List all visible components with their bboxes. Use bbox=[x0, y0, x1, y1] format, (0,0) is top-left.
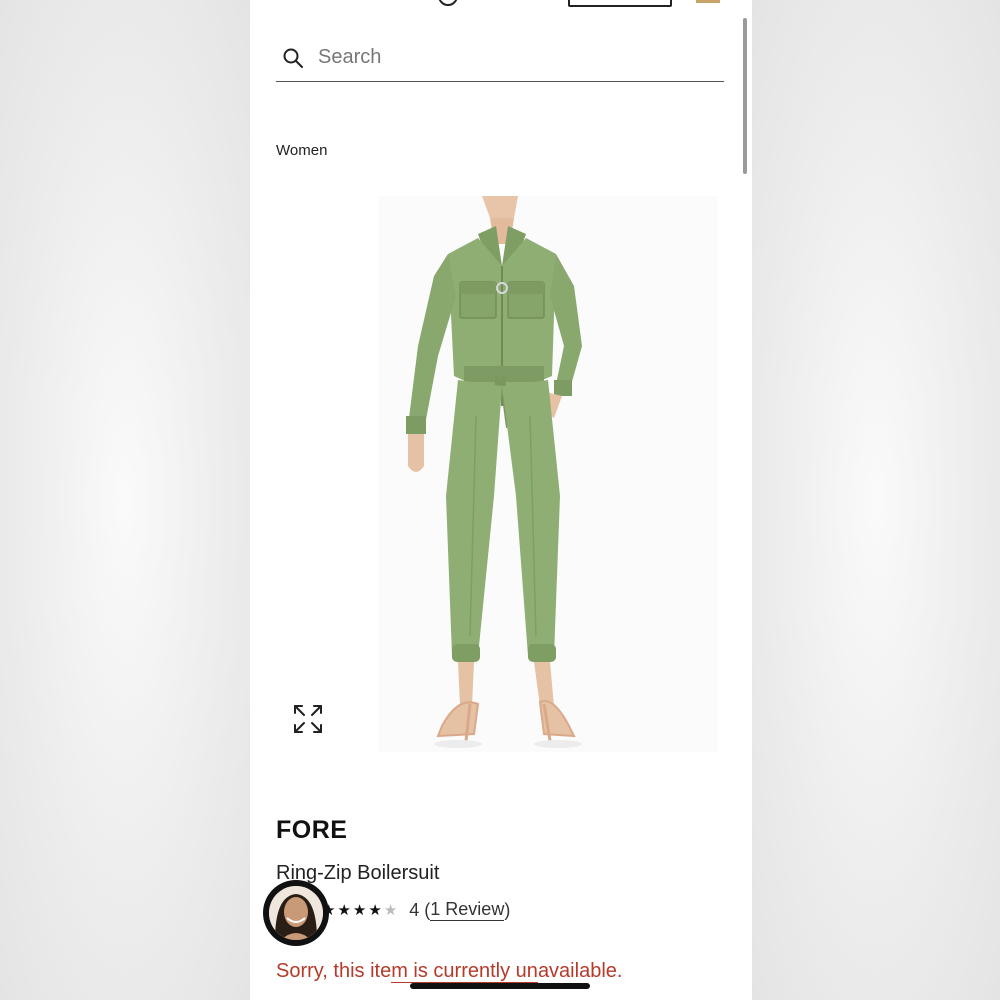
breadcrumb-women[interactable]: Women bbox=[276, 142, 327, 159]
background-right bbox=[752, 0, 1000, 1000]
expand-icon[interactable] bbox=[292, 703, 324, 735]
availability-text-underlined: m is currently un bbox=[391, 960, 538, 983]
product-brand[interactable]: FORE bbox=[276, 816, 347, 845]
avatar[interactable] bbox=[263, 880, 329, 946]
availability-message: Sorry, this item is currently unavailabl… bbox=[276, 960, 622, 983]
search-icon[interactable] bbox=[282, 47, 304, 69]
avatar-photo bbox=[269, 886, 323, 940]
review-paren-close: ) bbox=[504, 899, 511, 920]
bag-icon[interactable] bbox=[696, 0, 720, 3]
star-icon: ★ bbox=[383, 901, 398, 919]
rating-value: 4 bbox=[409, 899, 420, 920]
header-button[interactable] bbox=[568, 0, 672, 7]
reviews-link[interactable]: 1 Review bbox=[430, 899, 505, 921]
home-indicator[interactable] bbox=[410, 983, 590, 989]
search-input[interactable] bbox=[318, 46, 698, 69]
product-page: Women bbox=[250, 0, 752, 1000]
availability-text-start: Sorry, this ite bbox=[276, 960, 392, 982]
product-image[interactable] bbox=[378, 196, 718, 752]
star-icon: ★ bbox=[368, 901, 382, 919]
rating-stars[interactable]: ★ ★ ★ ★ ★ bbox=[322, 903, 399, 918]
star-icon: ★ bbox=[352, 901, 367, 919]
star-icon: ★ bbox=[337, 901, 351, 919]
search-bar bbox=[276, 34, 724, 82]
jumpsuit-photo bbox=[406, 196, 582, 748]
logo-icon[interactable] bbox=[438, 0, 458, 6]
scrollbar[interactable] bbox=[743, 18, 747, 174]
background-left bbox=[0, 0, 250, 1000]
availability-text-end: available. bbox=[537, 960, 623, 982]
